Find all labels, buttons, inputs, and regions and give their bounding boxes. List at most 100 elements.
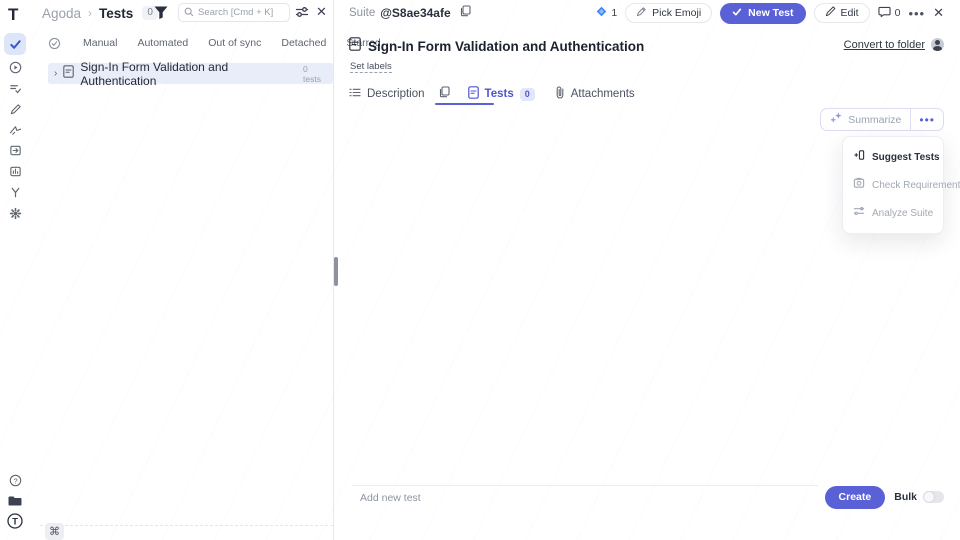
suite-title-row: Sign-In Form Validation and Authenticati…: [349, 37, 644, 56]
content-tabs: Description Tests 0 Attachments: [349, 85, 635, 103]
help-icon[interactable]: ?: [4, 469, 26, 491]
filter-tab-manual[interactable]: Manual: [83, 37, 117, 49]
nav-settings-gear-icon[interactable]: [4, 202, 26, 224]
tab-attachments[interactable]: Attachments: [555, 86, 635, 102]
menu-item-suggest-tests[interactable]: Suggest Tests: [843, 143, 943, 171]
convert-to-folder-link[interactable]: Convert to folder: [844, 39, 925, 51]
add-new-test-input[interactable]: [352, 485, 818, 509]
new-test-label: New Test: [748, 7, 793, 19]
add-test-bar: Create Bulk: [352, 485, 944, 509]
menu-item-label: Check Requirements: [872, 180, 960, 191]
breadcrumb-separator: ›: [88, 6, 92, 20]
summarize-button[interactable]: Summarize •••: [820, 108, 944, 131]
avatar[interactable]: [931, 38, 944, 51]
edit-pencil-icon: [825, 6, 836, 20]
chevron-right-icon[interactable]: ›: [54, 68, 57, 79]
new-test-button[interactable]: New Test: [720, 3, 805, 24]
create-button[interactable]: Create: [825, 486, 886, 509]
search-icon: [184, 4, 194, 22]
suggest-tests-icon: [853, 148, 865, 166]
menu-item-analyze-suite[interactable]: Analyze Suite: [843, 199, 943, 227]
breadcrumb-page[interactable]: Tests: [99, 6, 133, 21]
jira-ref[interactable]: 1: [596, 4, 617, 22]
suite-close-icon[interactable]: ✕: [933, 5, 944, 21]
check-requirements-icon: [853, 176, 865, 194]
svg-text:T: T: [12, 517, 18, 528]
filter-tab-automated[interactable]: Automated: [137, 37, 188, 49]
tab-tests-badge: 0: [520, 88, 535, 101]
suite-more-icon[interactable]: •••: [908, 6, 925, 21]
menu-item-label: Suggest Tests: [872, 152, 940, 163]
tab-attachments-label: Attachments: [571, 88, 635, 100]
nav-branch-icon[interactable]: [4, 181, 26, 203]
search-box[interactable]: [178, 3, 290, 22]
set-labels-link[interactable]: Set labels: [350, 61, 392, 73]
pick-emoji-label: Pick Emoji: [652, 7, 701, 19]
paperclip-icon: [555, 86, 565, 102]
suite-tree-row[interactable]: › Sign-In Form Validation and Authentica…: [48, 63, 333, 84]
filter-tabs: Manual Automated Out of sync Detached St…: [48, 35, 381, 51]
nav-analytics-icon[interactable]: [4, 160, 26, 182]
panel-resize-handle[interactable]: [334, 257, 338, 286]
menu-item-label: Analyze Suite: [872, 208, 933, 219]
pick-emoji-button[interactable]: Pick Emoji: [625, 3, 712, 23]
suite-header: Suite @S8ae34afe: [349, 5, 471, 21]
suite-title: Sign-In Form Validation and Authenticati…: [368, 39, 644, 54]
tab-tests[interactable]: Tests 0: [468, 86, 535, 102]
diamond-icon: [596, 4, 607, 22]
menu-item-check-requirements[interactable]: Check Requirements: [843, 171, 943, 199]
brand-badge-icon[interactable]: T: [4, 510, 26, 532]
edit-label: Edit: [841, 7, 859, 19]
description-list-icon: [349, 87, 361, 101]
summarize-label: Summarize: [848, 114, 901, 126]
nav-tests-icon[interactable]: [4, 33, 26, 55]
convert-row: Convert to folder: [844, 38, 944, 51]
nav-import-icon[interactable]: [4, 139, 26, 161]
nav-plans-icon[interactable]: [4, 77, 26, 99]
app-logo[interactable]: T: [8, 5, 17, 25]
breadcrumb-project[interactable]: Agoda: [42, 6, 81, 21]
summarize-more-icon[interactable]: •••: [911, 113, 943, 127]
nav-pen-icon[interactable]: [4, 98, 26, 120]
comments-count: 0: [895, 7, 901, 19]
left-panel-close-icon[interactable]: ✕: [316, 4, 327, 20]
sparkle-icon: [830, 111, 843, 129]
analyze-suite-icon: [853, 204, 865, 222]
suite-doc-icon: [63, 65, 74, 83]
left-icon-rail: T ?: [0, 0, 30, 540]
copy-suite-id-icon[interactable]: [460, 4, 471, 22]
tab-tests-label: Tests: [485, 88, 514, 100]
copy-description-icon[interactable]: [439, 85, 450, 103]
nav-pulse-icon[interactable]: [4, 119, 26, 141]
bulk-label: Bulk: [894, 491, 917, 503]
filter-tab-detached[interactable]: Detached: [281, 37, 326, 49]
search-input[interactable]: [198, 7, 283, 18]
pick-emoji-icon: [636, 6, 647, 20]
keyboard-shortcuts-button[interactable]: ⌘: [45, 523, 64, 540]
tests-doc-icon: [468, 86, 479, 102]
suite-tree-title: Sign-In Form Validation and Authenticati…: [80, 60, 297, 88]
active-tab-underline: [435, 103, 494, 105]
bulk-toggle[interactable]: [923, 491, 944, 503]
folder-icon[interactable]: [4, 489, 26, 511]
left-panel-bottom-divider: [40, 525, 333, 526]
tab-description[interactable]: Description: [349, 87, 425, 101]
comments-button[interactable]: 0: [878, 6, 901, 21]
filter-tab-out-of-sync[interactable]: Out of sync: [208, 37, 261, 49]
filter-funnel-icon[interactable]: [153, 5, 171, 21]
app-canvas: T ?: [0, 0, 960, 540]
ref-count: 1: [611, 7, 617, 19]
edit-button[interactable]: Edit: [814, 3, 870, 23]
check-icon: [732, 7, 742, 20]
suite-tree-meta: 0 tests: [303, 64, 327, 84]
suite-title-doc-icon: [349, 37, 361, 56]
comment-bubble-icon: [878, 6, 891, 21]
nav-runs-icon[interactable]: [4, 56, 26, 78]
filter-all-icon[interactable]: [48, 37, 61, 50]
suite-actions: 1 Pick Emoji New Test Edit 0 •: [596, 2, 944, 24]
suite-label: Suite: [349, 7, 375, 19]
tab-description-label: Description: [367, 88, 425, 100]
adjust-filters-icon[interactable]: [295, 5, 309, 24]
breadcrumb: Agoda › Tests 0: [42, 4, 158, 22]
ai-actions-menu: Suggest Tests Check Requirements Analyze…: [842, 136, 944, 234]
